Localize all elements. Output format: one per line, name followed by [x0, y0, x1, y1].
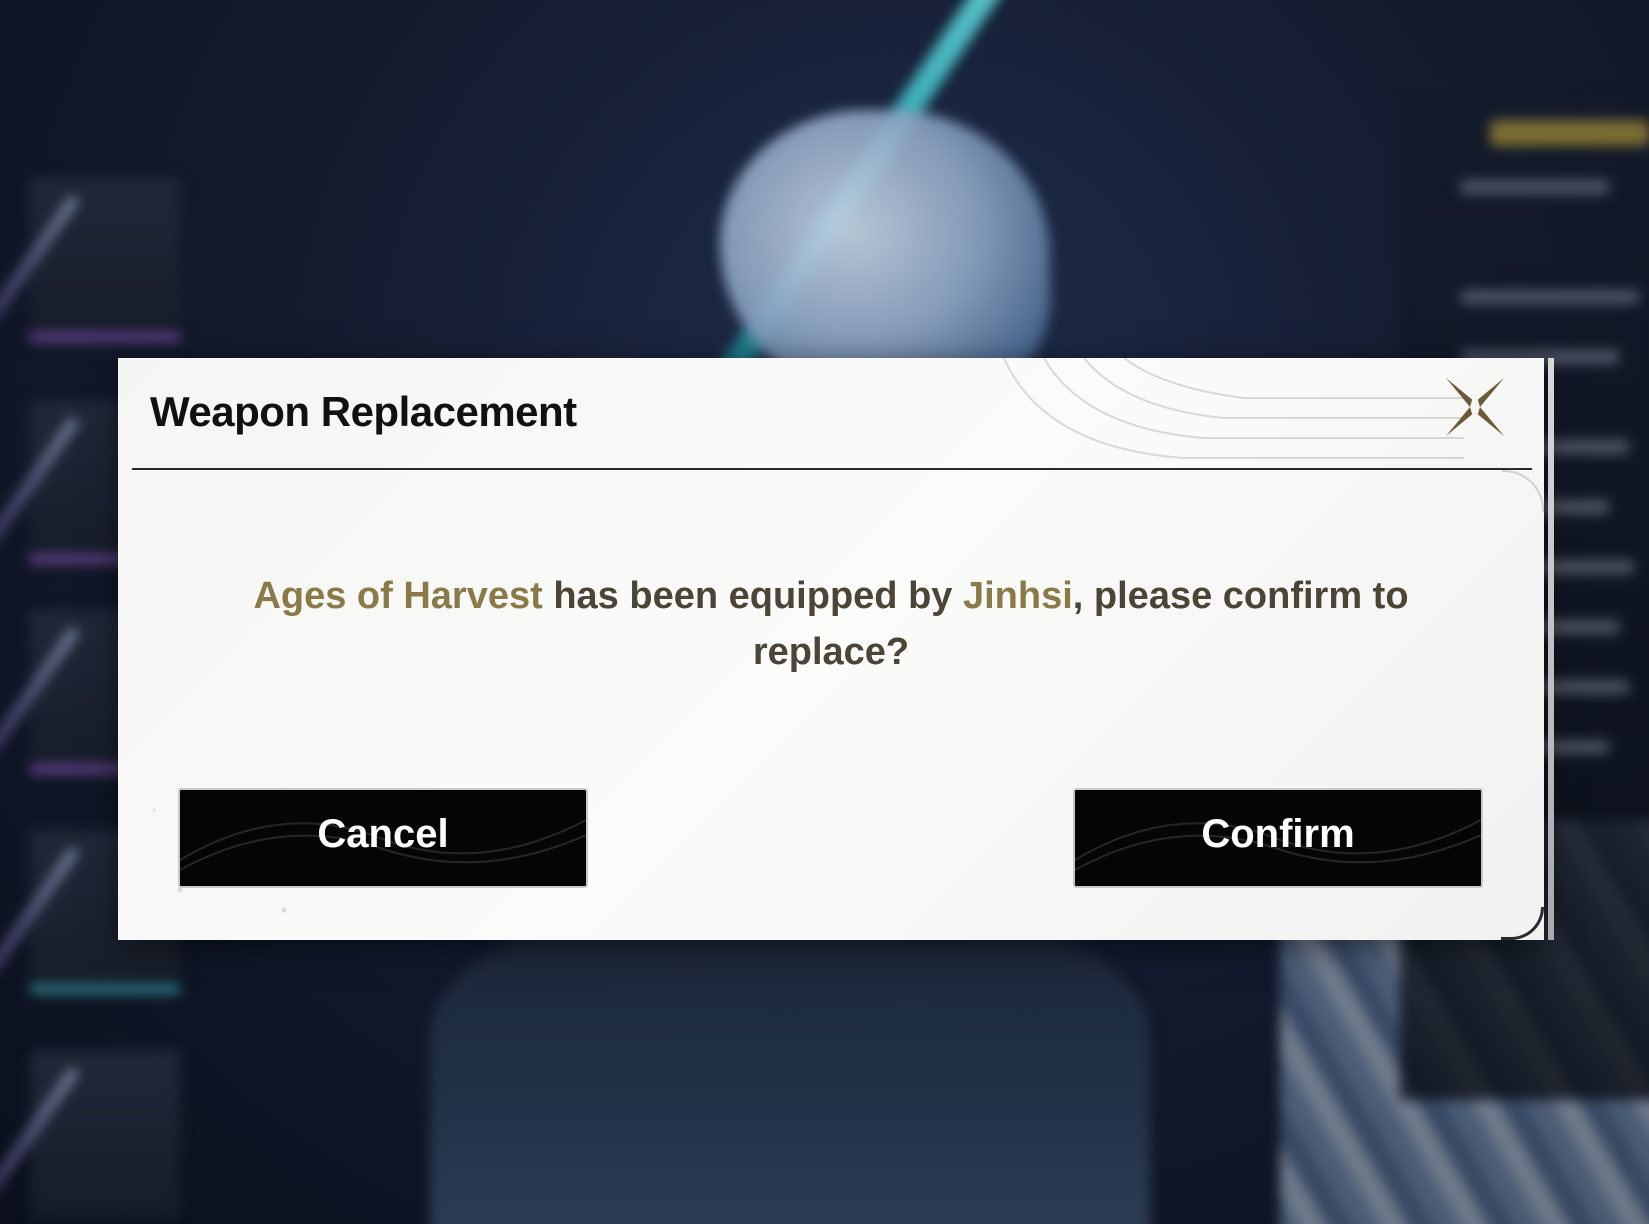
detail-line — [1460, 290, 1640, 304]
weapon-name: Ages of Harvest — [253, 575, 543, 617]
confirm-button[interactable]: Confirm — [1073, 788, 1483, 888]
character-name: Jinhsi — [962, 575, 1073, 617]
detail-line — [1460, 180, 1610, 194]
close-icon — [1446, 378, 1504, 436]
weapon-slot[interactable] — [0, 1050, 180, 1220]
confirmation-message: Ages of Harvest has been equipped by Jin… — [218, 568, 1444, 680]
rarity-bar — [30, 986, 180, 992]
weapon-replacement-dialog: Weapon Replacement Ages of Harvest has b… — [118, 358, 1554, 940]
dialog-title: Weapon Replacement — [150, 388, 577, 435]
rarity-bar — [30, 334, 180, 340]
header-divider — [132, 468, 1532, 470]
weapon-thumbnail — [0, 1067, 80, 1196]
weapon-thumbnail — [0, 847, 80, 976]
corner-decoration — [1502, 470, 1544, 512]
weapon-thumbnail — [0, 417, 80, 546]
cancel-button[interactable]: Cancel — [178, 788, 588, 888]
header-decoration — [1003, 358, 1464, 459]
weapon-thumbnail — [0, 627, 80, 756]
confirm-button-label: Confirm — [1201, 812, 1355, 856]
weapon-name-blur — [1490, 120, 1649, 146]
corner-decoration — [1501, 907, 1544, 940]
cancel-button-label: Cancel — [317, 812, 449, 856]
background-character-body — [430, 900, 1150, 1224]
close-button[interactable] — [1440, 372, 1510, 442]
message-text: has been equipped by — [542, 575, 963, 617]
game-scene: Weapon Replacement Ages of Harvest has b… — [0, 0, 1649, 1224]
weapon-thumbnail — [0, 195, 80, 324]
dialog-edge — [1548, 358, 1554, 940]
dialog-header: Weapon Replacement — [118, 358, 1544, 468]
weapon-slot[interactable] — [0, 178, 180, 348]
